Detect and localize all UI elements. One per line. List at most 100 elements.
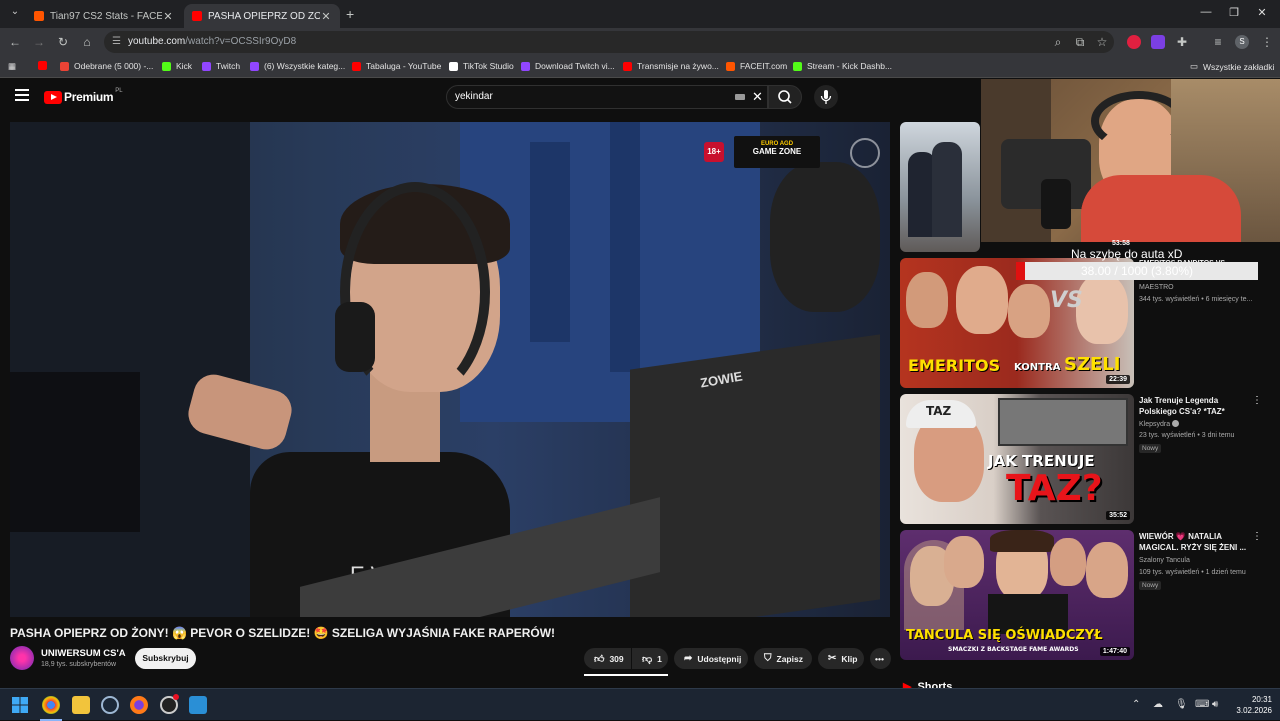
close-window-icon[interactable]: ✕ [1252, 6, 1272, 19]
subscribe-button[interactable]: Subskrybuj [135, 648, 196, 669]
recommendation-stats: 109 tys. wyświetleń • 1 dzień temu [1139, 569, 1246, 576]
subscriber-count: 18,9 tys. subskrybentów [41, 661, 117, 668]
all-bookmarks[interactable]: ▭ Wszystkie zakładki [1190, 61, 1274, 72]
thumbs-up-icon: 👍︎ [594, 653, 605, 665]
install-app-icon[interactable]: ⧉ [1072, 34, 1088, 50]
forward-icon[interactable]: → [31, 34, 47, 50]
volume-icon[interactable]: 🔊︎ [1212, 699, 1218, 710]
gmail-icon [60, 61, 69, 71]
search-input[interactable]: yekindar ✕ [446, 85, 768, 109]
bookmark-faceit[interactable]: FACEIT.com [726, 61, 787, 71]
system-clock[interactable]: 20:31 3.02.2026 [1228, 694, 1272, 716]
video-player[interactable]: EVNI ZOWIE 18+ EURO AGD GAME ZONE [10, 122, 890, 617]
kick-icon [162, 61, 171, 71]
bookmark-star-icon[interactable]: ☆ [1094, 34, 1110, 50]
search-button[interactable] [768, 85, 802, 109]
recommendation-stats: 23 tys. wyświetleń • 3 dni temu [1139, 432, 1235, 439]
new-tab-button[interactable]: + [346, 6, 354, 22]
apps-grid-icon[interactable]: ▦ [8, 61, 16, 72]
recommendation-title[interactable]: WIEWÓR 💗 NATALIA MAGICAL. RYŻY SIĘ ŻENI … [1139, 531, 1249, 553]
bookmark-tabaluga[interactable]: Tabaluga - YouTube [352, 61, 441, 71]
tab-search-icon[interactable]: ⌄ [8, 6, 22, 20]
tab-faceit[interactable]: Tian97 CS2 Stats - FACEIT.com ✕ [26, 4, 182, 28]
bookmark-youtube[interactable] [38, 61, 52, 70]
goal-progress-text: 38.00 / 1000 (3.80%) [1080, 264, 1194, 278]
recommendation-channel[interactable]: Szalony Tancula [1139, 557, 1190, 564]
bookmark-download-twitch[interactable]: Download Twitch vi... [521, 61, 615, 71]
windows-start-icon[interactable] [12, 697, 28, 713]
clear-search-icon[interactable]: ✕ [752, 89, 763, 105]
network-icon[interactable]: ⌨ [1195, 699, 1209, 710]
minimize-icon[interactable]: — [1196, 6, 1216, 18]
extension-purple-icon[interactable] [1151, 35, 1165, 49]
reload-icon[interactable]: ↻ [55, 34, 71, 50]
chrome-app-icon[interactable] [42, 696, 60, 714]
sponsor-logo: EURO AGD GAME ZONE [734, 136, 820, 168]
share-button[interactable]: ➦ Udostępnij [674, 648, 748, 669]
more-actions-button[interactable]: ••• [870, 648, 891, 669]
video-duration: 35:52 [1106, 511, 1130, 520]
clip-button[interactable]: ✂ Klip [818, 648, 864, 669]
recommendation-title[interactable]: Jak Trenuje Legenda Polskiego CS'a? *TAZ… [1139, 395, 1249, 417]
onedrive-icon[interactable]: ☁ [1153, 699, 1163, 710]
bookmarks-bar: ▦ Odebrane (5 000) -... Kick Twitch (6) … [0, 56, 1280, 78]
like-button[interactable]: 👍︎ 309 [584, 648, 631, 669]
recommendation-menu-icon[interactable]: ⋮ [1252, 531, 1262, 542]
close-tab-icon[interactable]: ✕ [320, 10, 332, 23]
bookmark-tiktok[interactable]: TikTok Studio [449, 61, 514, 71]
video-title: PASHA OPIEPRZ OD ŻONY! 😱 PEVOR O SZELIDZ… [10, 626, 556, 640]
steam-icon[interactable] [101, 696, 119, 714]
new-badge: Nowy [1139, 444, 1162, 453]
profile-avatar[interactable]: S [1235, 35, 1249, 49]
close-tab-icon[interactable]: ✕ [162, 10, 174, 23]
zoom-icon[interactable]: ⌕ [1050, 34, 1066, 50]
channel-avatar[interactable] [10, 646, 34, 670]
microphone-tray-icon[interactable]: 🎙︎ [1175, 699, 1188, 710]
microphone-icon [820, 90, 832, 104]
recommendation-menu-icon[interactable]: ⋮ [1252, 395, 1262, 406]
twitch-icon [202, 61, 211, 71]
dislike-button[interactable]: 👎︎ 1 [632, 648, 668, 669]
youtube-icon [38, 61, 47, 70]
restore-icon[interactable]: ❐ [1224, 6, 1244, 19]
recommendation-stats: 344 tys. wyświetleń • 6 miesięcy te... [1139, 296, 1253, 303]
extensions-puzzle-icon[interactable]: ✚ [1174, 34, 1190, 50]
bookmark-kick[interactable]: Kick [162, 61, 192, 71]
menu-kebab-icon[interactable]: ⋮ [1259, 34, 1275, 50]
channel-name[interactable]: UNIWERSUM CS'A [41, 648, 126, 659]
address-bar[interactable]: ☰ youtube.com/watch?v=OCSSIr9OyD8 ⌕ ⧉ ☆ [104, 31, 1114, 53]
tray-chevron-icon[interactable]: ⌃ [1132, 699, 1140, 710]
bookmark-gmail[interactable]: Odebrane (5 000) -... [60, 61, 153, 71]
bookmark-kick-dashboard[interactable]: Stream - Kick Dashb... [793, 61, 892, 71]
webcam-overlay [981, 79, 1280, 242]
more-dots-icon: ••• [875, 653, 884, 664]
bookmark-twitch[interactable]: Twitch [202, 61, 240, 71]
recommendation-thumbnail[interactable]: TAZ JAK TRENUJE TAZ? 35:52 [900, 394, 1134, 524]
recommendation-thumbnail[interactable] [900, 122, 980, 252]
recommendation-channel[interactable]: Klepsydra [1139, 420, 1180, 428]
firefox-icon[interactable] [130, 696, 148, 714]
bookmark-twitch-categories[interactable]: (6) Wszystkie kateg... [250, 61, 345, 71]
browser-toolbar: ← → ↻ ⌂ ☰ youtube.com/watch?v=OCSSIr9OyD… [0, 28, 1280, 56]
keyboard-icon[interactable] [735, 94, 745, 100]
recommendation-channel[interactable]: MAESTRO [1139, 284, 1174, 291]
voice-search-button[interactable] [814, 85, 838, 109]
share-arrow-icon: ➦ [684, 653, 693, 664]
file-explorer-icon[interactable] [72, 696, 90, 714]
site-info-icon[interactable]: ☰ [112, 36, 121, 47]
youtube-icon [623, 61, 632, 71]
tab-youtube[interactable]: PASHA OPIEPRZ OD ŻONY! 😱 ✕ [184, 4, 340, 28]
save-button[interactable]: ⛉ Zapisz [754, 648, 812, 669]
menu-hamburger-icon[interactable] [15, 89, 29, 104]
channel-watermark-icon[interactable] [850, 138, 880, 168]
back-icon[interactable]: ← [7, 34, 23, 50]
bookmark-transmisje[interactable]: Transmisje na żywo... [623, 61, 719, 71]
thumbs-down-icon: 👎︎ [642, 653, 653, 665]
home-icon[interactable]: ⌂ [79, 34, 95, 50]
recommendation-thumbnail[interactable]: TANCULA SIĘ OŚWIADCZYŁ SMACZKI Z BACKSTA… [900, 530, 1134, 660]
media-controls-icon[interactable]: ≡ [1210, 34, 1226, 50]
extension-red-icon[interactable] [1127, 35, 1141, 49]
overlay-goal-message: Na szybę do auta xD [1071, 247, 1183, 261]
youtube-premium-logo[interactable]: Premium PL [44, 88, 123, 104]
photos-app-icon[interactable] [189, 696, 207, 714]
